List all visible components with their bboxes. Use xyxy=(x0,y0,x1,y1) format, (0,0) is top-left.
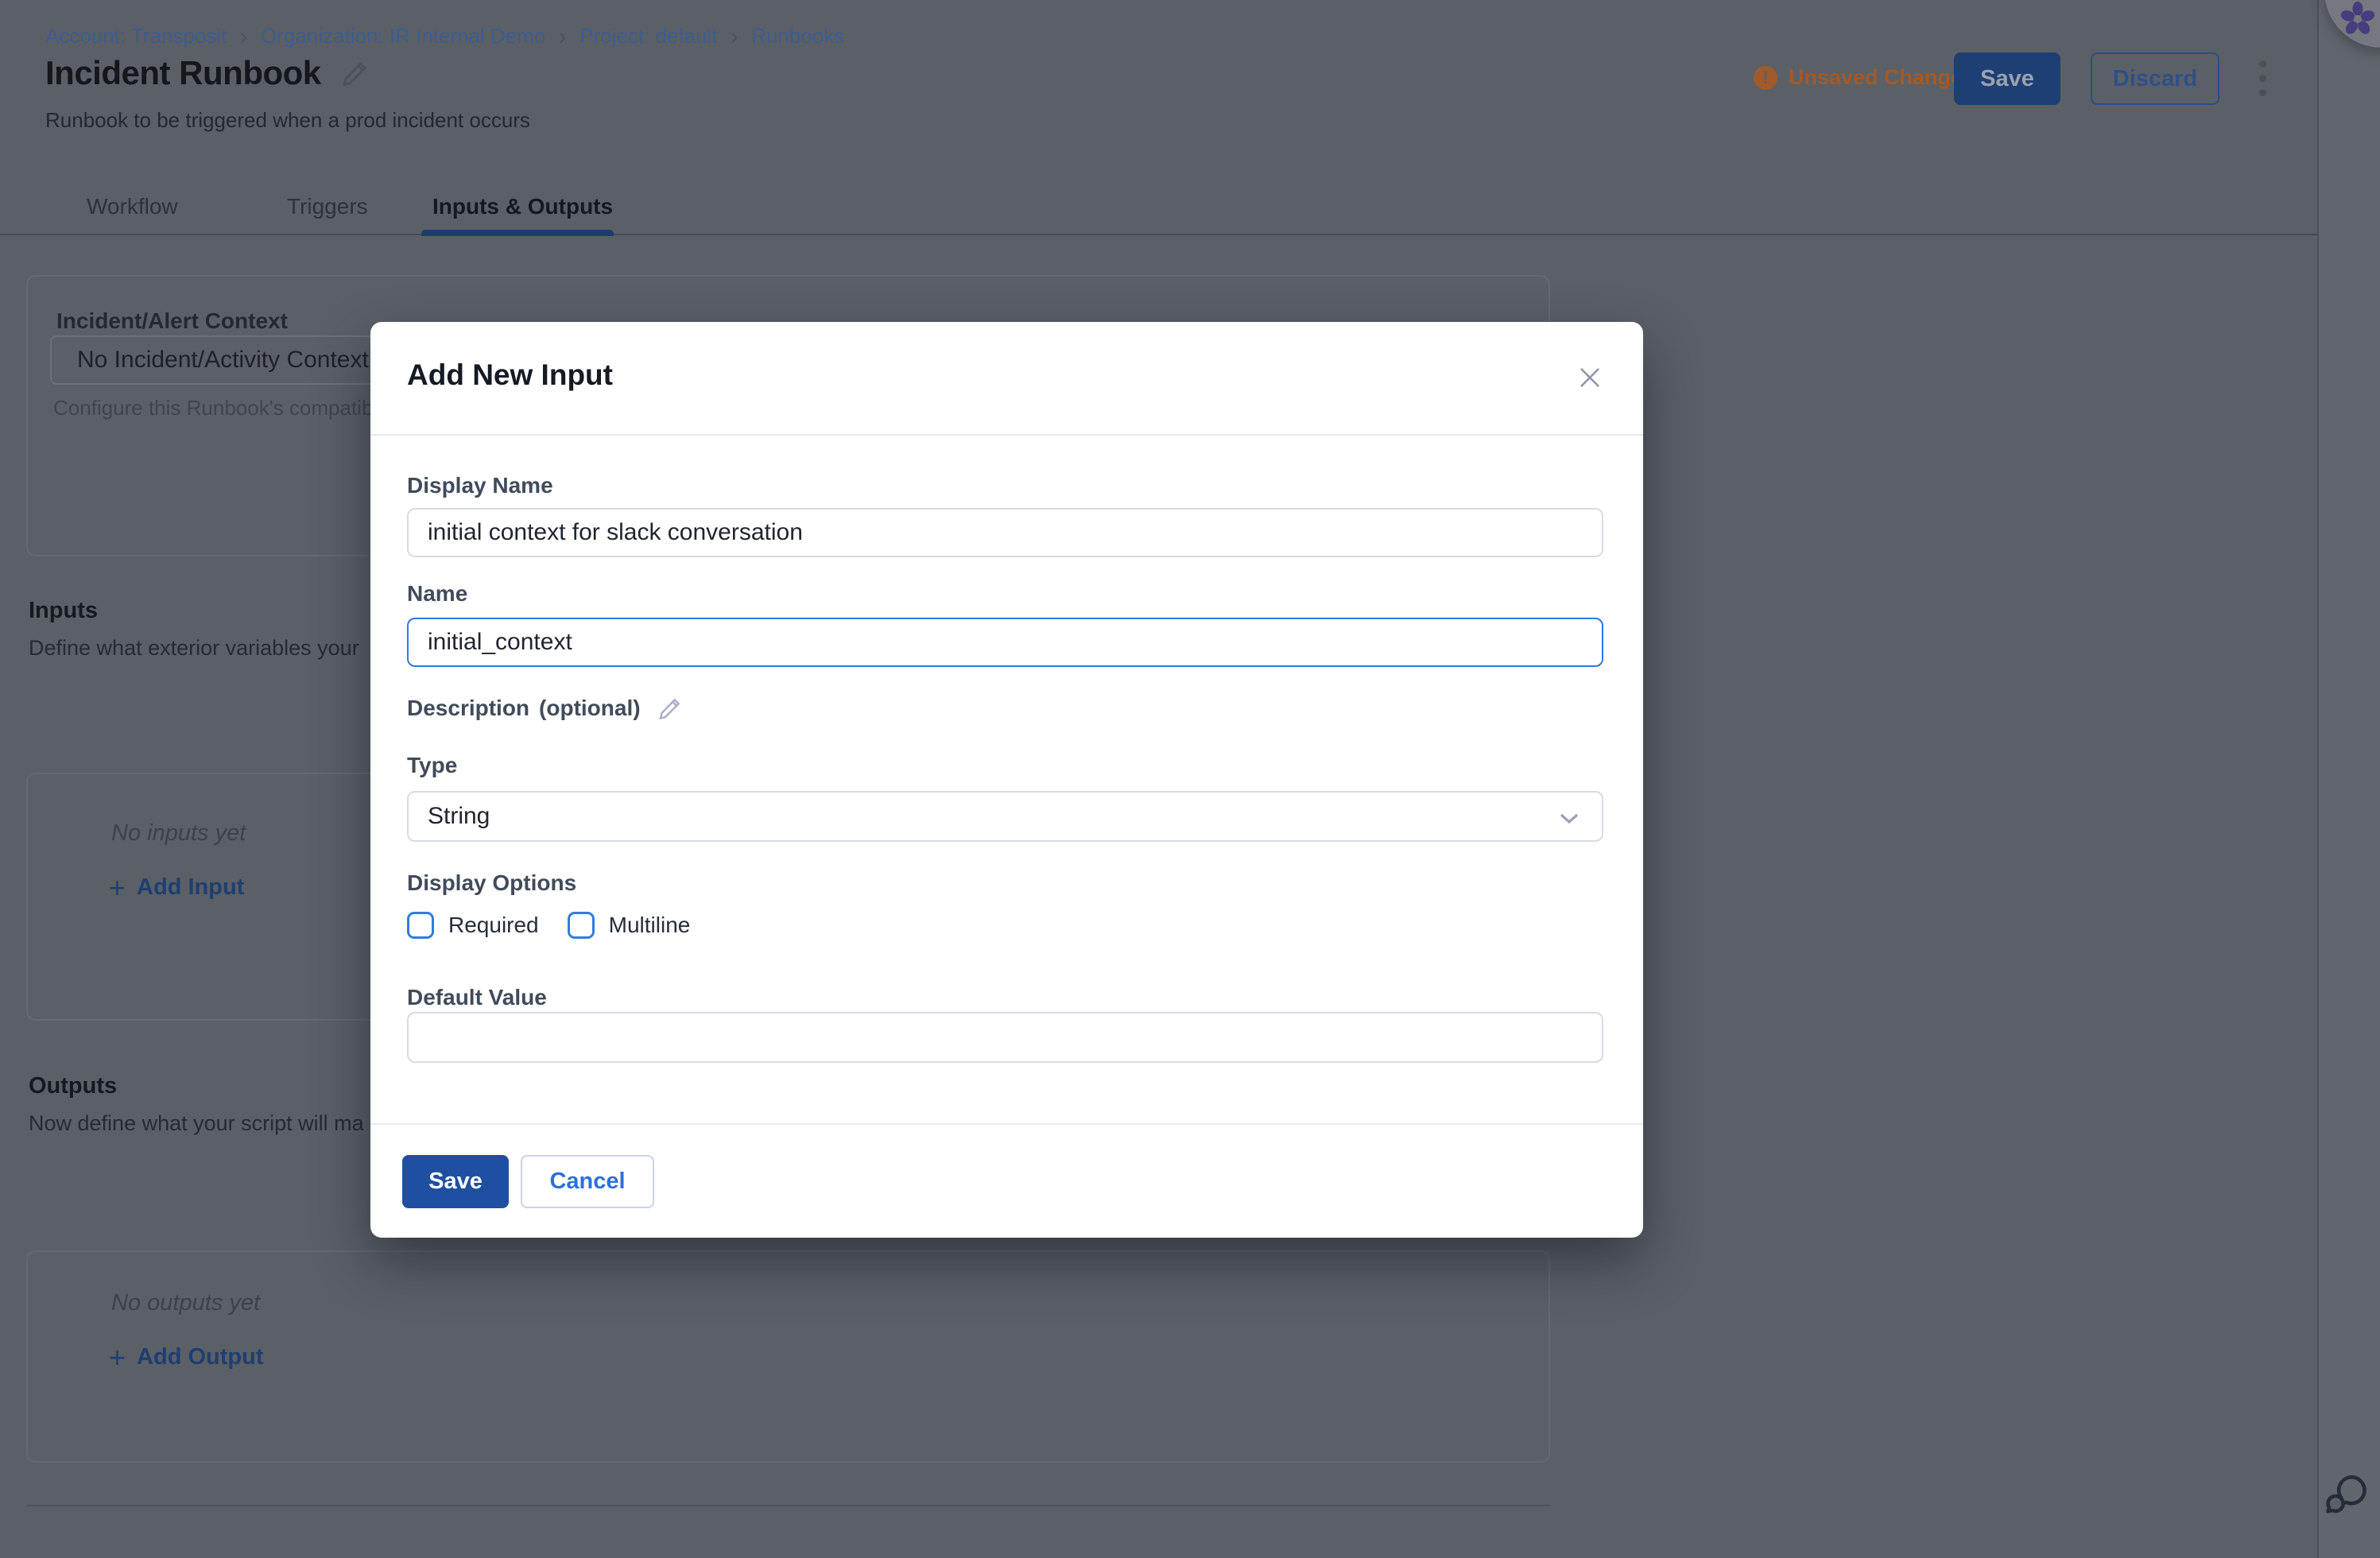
modal-footer-divider xyxy=(370,1123,1643,1125)
multiline-checkbox-label: Multiline xyxy=(609,913,691,938)
app-window: Account: Transposit › Organization: IR I… xyxy=(0,0,2380,1558)
type-label: Type xyxy=(407,753,457,778)
tab-triggers[interactable]: Triggers xyxy=(287,194,368,219)
warning-icon: ! xyxy=(1754,66,1777,90)
breadcrumb-project-link[interactable]: Project: default xyxy=(579,24,717,48)
default-value-input[interactable] xyxy=(407,1012,1603,1063)
incident-context-label: Incident/Alert Context xyxy=(56,308,288,334)
display-name-input[interactable] xyxy=(407,508,1603,557)
edit-description-pencil-icon[interactable] xyxy=(658,696,682,720)
inputs-section-description: Define what exterior variables your xyxy=(29,636,359,661)
page-title-row: Incident Runbook xyxy=(45,54,369,92)
no-outputs-note: No outputs yet xyxy=(111,1290,260,1316)
unsaved-changes-badge: ! Unsaved Changes xyxy=(1754,65,1975,90)
inputs-section-title: Inputs xyxy=(29,598,98,624)
context-helper-text: Configure this Runbook's compatibi xyxy=(53,396,378,421)
breadcrumb-organization-link[interactable]: Organization: IR Internal Demo xyxy=(261,24,545,48)
close-icon[interactable] xyxy=(1572,360,1607,395)
description-label: Description xyxy=(407,696,529,721)
page-title: Incident Runbook xyxy=(45,54,321,92)
display-options-label: Display Options xyxy=(407,870,576,896)
modal-title: Add New Input xyxy=(407,358,613,392)
chat-help-icon[interactable] xyxy=(2322,1471,2368,1520)
modal-header-divider xyxy=(370,434,1643,436)
outputs-section-description: Now define what your script will ma xyxy=(29,1111,364,1136)
page-save-button[interactable]: Save xyxy=(1954,52,2060,105)
add-input-button[interactable]: + Add Input xyxy=(109,874,244,901)
modal-cancel-button[interactable]: Cancel xyxy=(521,1155,654,1208)
plus-icon: + xyxy=(109,876,126,899)
add-output-label: Add Output xyxy=(137,1344,263,1370)
page-discard-button[interactable]: Discard xyxy=(2091,52,2219,105)
tab-bar: Workflow Triggers Inputs & Outputs xyxy=(0,175,2317,235)
type-select-value: String xyxy=(428,803,490,830)
name-label: Name xyxy=(407,581,467,607)
type-select[interactable]: String xyxy=(407,791,1603,842)
required-checkbox[interactable] xyxy=(407,912,434,939)
multiline-checkbox[interactable] xyxy=(568,912,595,939)
plus-icon: + xyxy=(109,1346,126,1369)
breadcrumb-account-link[interactable]: Account: Transposit xyxy=(45,24,227,48)
right-gutter xyxy=(2317,0,2380,1558)
active-tab-underline xyxy=(421,230,614,236)
breadcrumb: Account: Transposit › Organization: IR I… xyxy=(45,24,844,48)
name-input[interactable] xyxy=(407,618,1603,667)
content-bottom-divider xyxy=(26,1505,1550,1506)
modal-footer: Save Cancel xyxy=(402,1155,654,1208)
context-select-value: No Incident/Activity Context xyxy=(77,347,369,374)
modal-save-button[interactable]: Save xyxy=(402,1155,509,1208)
add-input-label: Add Input xyxy=(137,874,244,901)
default-value-label: Default Value xyxy=(407,985,547,1010)
edit-title-pencil-icon[interactable] xyxy=(342,60,369,87)
outputs-section-title: Outputs xyxy=(29,1073,117,1099)
breadcrumb-runbooks-link[interactable]: Runbooks xyxy=(751,24,844,48)
multiline-option: Multiline xyxy=(568,912,691,939)
breadcrumb-separator-icon: › xyxy=(731,22,738,51)
add-input-modal: Add New Input Display Name Name Descript… xyxy=(370,322,1643,1238)
required-checkbox-label: Required xyxy=(448,913,539,938)
display-name-label: Display Name xyxy=(407,473,553,498)
display-options-row: Required Multiline xyxy=(407,912,690,939)
description-optional-label: (optional) xyxy=(539,696,641,721)
page-subtitle: Runbook to be triggered when a prod inci… xyxy=(45,108,530,133)
description-row: Description (optional) xyxy=(407,696,682,721)
no-inputs-note: No inputs yet xyxy=(111,820,246,847)
chevron-down-icon xyxy=(1557,807,1581,834)
flower-logo-icon xyxy=(2339,0,2377,42)
required-option: Required xyxy=(407,912,539,939)
tab-workflow[interactable]: Workflow xyxy=(87,194,178,219)
outputs-card: No outputs yet + Add Output xyxy=(26,1250,1550,1463)
breadcrumb-separator-icon: › xyxy=(559,22,566,51)
more-options-kebab-icon[interactable] xyxy=(2246,60,2278,100)
tab-inputs-outputs[interactable]: Inputs & Outputs xyxy=(432,194,613,219)
add-output-button[interactable]: + Add Output xyxy=(109,1344,263,1370)
breadcrumb-separator-icon: › xyxy=(240,22,247,51)
unsaved-changes-label: Unsaved Changes xyxy=(1789,65,1975,90)
